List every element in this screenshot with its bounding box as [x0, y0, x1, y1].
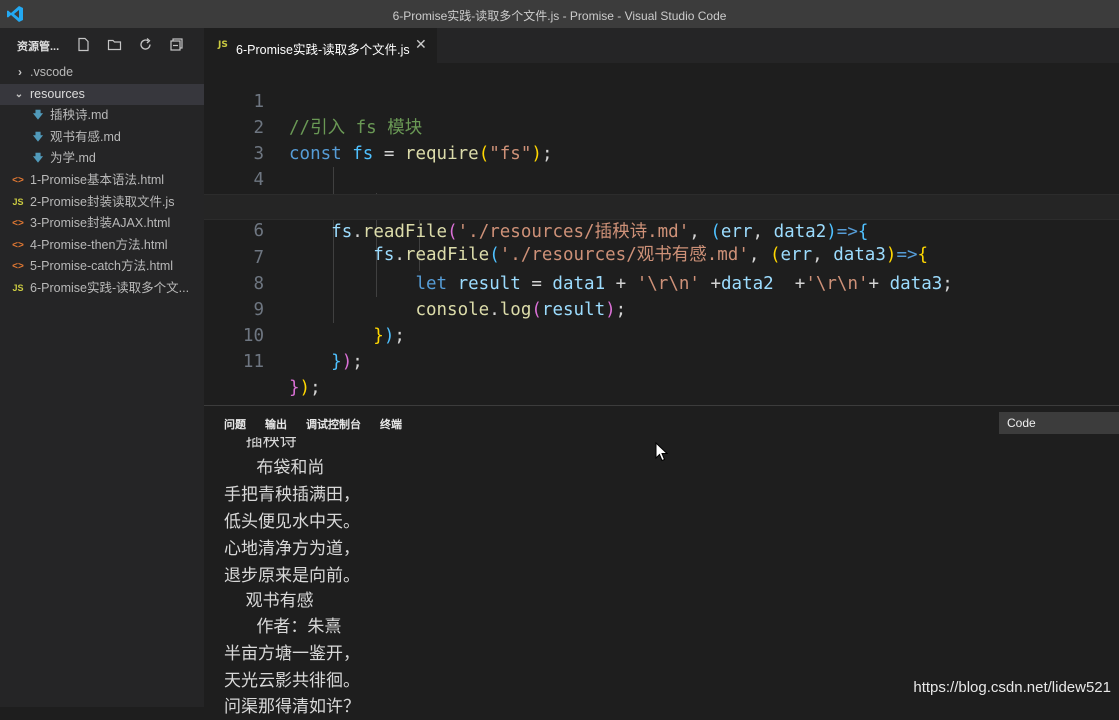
output-line: 半亩方塘一鉴开， [224, 644, 360, 664]
watermark: https://blog.csdn.net/lidew521 [913, 679, 1111, 696]
tree-item-label: 2-Promise封装读取文件.js [30, 195, 175, 209]
download-arrow-icon: 🡇 [32, 110, 44, 121]
tab-label: 6-Promise实践-读取多个文件.js [236, 43, 410, 57]
code-line: 7 let result = data1 + '\r\n' +data2 +'\… [204, 219, 1119, 294]
tree-item-label: 5-Promise-catch方法.html [30, 259, 174, 273]
tab-output[interactable]: 输出 [265, 416, 287, 432]
code-line: 2 const fs = require("fs"); [204, 89, 1119, 164]
editor-tab-bar: JS 6-Promise实践-读取多个文件.js ✕ [204, 28, 1119, 64]
code-line: 8 console.log(result); [204, 245, 1119, 320]
html-file-icon: <> [12, 218, 24, 229]
tab-problems[interactable]: 问题 [224, 416, 246, 432]
tree-file-6[interactable]: JS 6-Promise实践-读取多个文... [0, 278, 204, 299]
tree-item-label: .vscode [30, 65, 74, 79]
line-number: 11 [242, 352, 264, 372]
output-line: 低头便见水中天。 [224, 512, 360, 532]
explorer-sidebar: 资源管... › .vscode ⌄ resources 🡇 插秧诗.md 🡇 … [0, 28, 204, 707]
code-text: }); [331, 352, 363, 372]
new-file-icon[interactable] [76, 37, 91, 52]
code-line: 3 [204, 115, 1119, 164]
tree-file-2[interactable]: JS 2-Promise封装读取文件.js [0, 192, 204, 213]
tree-file-weixue[interactable]: 🡇 为学.md [0, 148, 204, 169]
code-line: 10 }); [204, 297, 1119, 372]
select-value: Code [1007, 416, 1036, 430]
explorer-title: 资源管... [17, 41, 60, 53]
mouse-pointer-icon [655, 442, 669, 462]
download-arrow-icon: 🡇 [32, 153, 44, 164]
code-text: }); [289, 378, 321, 398]
code-line: 5 fs.readFile('./resources/插秧诗.md', (err… [204, 167, 1119, 242]
tree-folder-resources[interactable]: ⌄ resources [0, 84, 204, 105]
output-line: 观书有感 [224, 591, 314, 611]
html-file-icon: <> [12, 240, 24, 251]
code-editor[interactable]: 1 //引入 fs 模块 2 const fs = require("fs");… [204, 63, 1119, 405]
output-channel-select[interactable]: Code [999, 412, 1119, 434]
download-arrow-icon: 🡇 [32, 132, 44, 143]
tree-file-4[interactable]: <> 4-Promise-then方法.html [0, 235, 204, 256]
html-file-icon: <> [12, 261, 24, 272]
new-folder-icon[interactable] [107, 37, 122, 52]
output-line: 布袋和尚 [224, 458, 325, 478]
refresh-icon[interactable] [138, 37, 153, 52]
tree-file-5[interactable]: <> 5-Promise-catch方法.html [0, 256, 204, 277]
tree-item-label: 1-Promise基本语法.html [30, 173, 165, 187]
code-line: 4 fs.readFile('./resources/为学.md', (err,… [204, 141, 1119, 216]
chevron-right-icon: › [18, 65, 22, 79]
output-line: 心地清净方为道， [224, 539, 360, 559]
tree-folder-vscode[interactable]: › .vscode [0, 62, 204, 83]
tab-debug-console[interactable]: 调试控制台 [306, 416, 361, 432]
explorer-header: 资源管... [0, 28, 204, 62]
code-line: 1 //引入 fs 模块 [204, 63, 1119, 138]
tree-item-label: 6-Promise实践-读取多个文... [30, 281, 190, 295]
title-bar: 6-Promise实践-读取多个文件.js - Promise - Visual… [0, 0, 1119, 28]
tab-terminal[interactable]: 终端 [380, 416, 402, 432]
code-line: 11 }); [204, 323, 1119, 398]
tree-item-label: 观书有感.md [50, 130, 121, 144]
output-line: 天光云影共徘徊。 [224, 671, 360, 691]
tree-item-label: resources [30, 87, 85, 101]
js-file-icon: JS [12, 197, 24, 207]
js-file-icon: JS [218, 40, 228, 50]
output-line: 问渠那得清如许？ [224, 697, 360, 717]
tree-item-label: 3-Promise封装AJAX.html [30, 216, 171, 230]
js-file-icon: JS [12, 283, 24, 293]
tree-file-chayangshi[interactable]: 🡇 插秧诗.md [0, 105, 204, 126]
tree-item-label: 为学.md [50, 151, 96, 165]
tree-item-label: 插秧诗.md [50, 108, 109, 122]
output-line: 作者：朱熹 [224, 617, 342, 637]
chevron-down-icon: ⌄ [14, 89, 24, 100]
html-file-icon: <> [12, 175, 24, 186]
output-line: 手把青秧插满田， [224, 485, 360, 505]
tree-file-1[interactable]: <> 1-Promise基本语法.html [0, 170, 204, 191]
code-line: 9 }); [204, 271, 1119, 346]
tab-active-file[interactable]: JS 6-Promise实践-读取多个文件.js ✕ [204, 28, 437, 64]
tree-file-3[interactable]: <> 3-Promise封装AJAX.html [0, 213, 204, 234]
window-title: 6-Promise实践-读取多个文件.js - Promise - Visual… [392, 9, 727, 23]
tree-item-label: 4-Promise-then方法.html [30, 238, 168, 252]
tree-file-guanshu[interactable]: 🡇 观书有感.md [0, 127, 204, 148]
output-line: 退步原来是向前。 [224, 566, 360, 586]
code-line-current: 6 fs.readFile('./resources/观书有感.md', (er… [204, 194, 1119, 265]
close-icon[interactable]: ✕ [415, 37, 427, 53]
collapse-all-icon[interactable] [169, 37, 184, 52]
